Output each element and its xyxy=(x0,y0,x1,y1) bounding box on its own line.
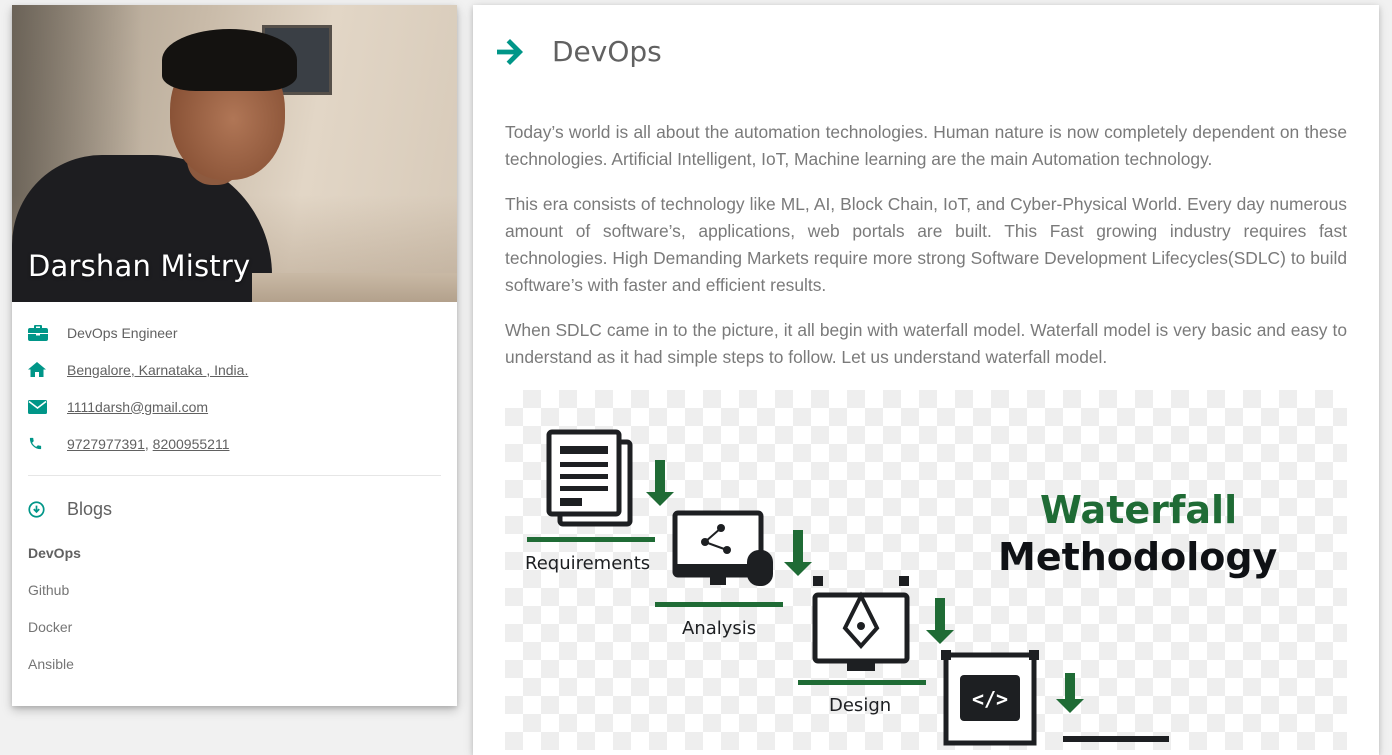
email-row: 1111darsh@gmail.com xyxy=(28,388,441,425)
article-paragraph: Today’s world is all about the automatio… xyxy=(505,122,1347,169)
blog-item-ansible[interactable]: Ansible xyxy=(28,645,441,682)
location-link[interactable]: Bengalore, Karnataka , India. xyxy=(67,362,248,378)
blog-item-docker[interactable]: Docker xyxy=(28,608,441,645)
article-paragraph: When SDLC came in to the picture, it all… xyxy=(505,320,1347,367)
profile-info: DevOps Engineer Bengalore, Karnataka , I… xyxy=(12,302,457,682)
profile-card: Darshan Mistry DevOps Engineer Bengalore… xyxy=(12,5,457,706)
down-arrow-icon xyxy=(1056,673,1084,713)
step-label-analysis: Analysis xyxy=(682,618,756,639)
article-body: Today’s world is all about the automatio… xyxy=(505,119,1347,389)
down-arrow-icon xyxy=(784,530,812,576)
article-paragraph: This era consists of technology like ML,… xyxy=(505,194,1347,295)
blog-item-devops[interactable]: DevOps xyxy=(28,534,441,571)
blogs-heading-label: Blogs xyxy=(67,498,113,519)
envelope-icon xyxy=(28,399,67,414)
phone-icon xyxy=(28,436,67,451)
down-arrow-icon xyxy=(646,460,674,506)
article-header: DevOps xyxy=(495,35,662,68)
circle-arrow-down-icon xyxy=(28,500,67,518)
document-icon xyxy=(546,429,633,527)
step-label-design: Design xyxy=(829,695,891,716)
phone-link-2[interactable]: 8200955211 xyxy=(153,436,230,452)
phone-link-1[interactable]: 9727977391 xyxy=(67,436,145,452)
design-pen-icon xyxy=(812,576,910,671)
article-card: DevOps Today’s world is all about the au… xyxy=(473,5,1379,755)
home-icon xyxy=(28,362,67,377)
email-link[interactable]: 1111darsh@gmail.com xyxy=(67,399,208,415)
waterfall-figure: Requirements Analysis Design </> Waterfa… xyxy=(505,390,1347,750)
code-icon: </> xyxy=(941,650,1039,746)
monitor-network-icon xyxy=(672,510,773,586)
svg-text:</>: </> xyxy=(972,687,1008,711)
job-title: DevOps Engineer xyxy=(67,324,178,341)
blog-list: DevOps Github Docker Ansible xyxy=(28,534,441,682)
job-row: DevOps Engineer xyxy=(28,314,441,351)
down-arrow-icon xyxy=(926,598,954,644)
figure-title-waterfall: Waterfall xyxy=(1040,488,1237,532)
divider xyxy=(28,475,441,476)
blog-item-github[interactable]: Github xyxy=(28,571,441,608)
phone-separator: , xyxy=(144,435,153,452)
phone-row: 9727977391, 8200955211 xyxy=(28,425,441,462)
waterfall-illustration: Requirements Analysis Design </> Waterfa… xyxy=(525,429,1278,746)
step-label-requirements: Requirements xyxy=(525,553,650,574)
arrow-right-icon xyxy=(495,36,552,68)
article-title: DevOps xyxy=(552,35,662,68)
figure-title-methodology: Methodology xyxy=(998,535,1278,579)
profile-name: Darshan Mistry xyxy=(28,249,251,283)
location-row: Bengalore, Karnataka , India. xyxy=(28,351,441,388)
profile-photo: Darshan Mistry xyxy=(12,5,457,302)
blogs-heading: Blogs xyxy=(28,492,441,526)
briefcase-icon xyxy=(28,324,67,341)
